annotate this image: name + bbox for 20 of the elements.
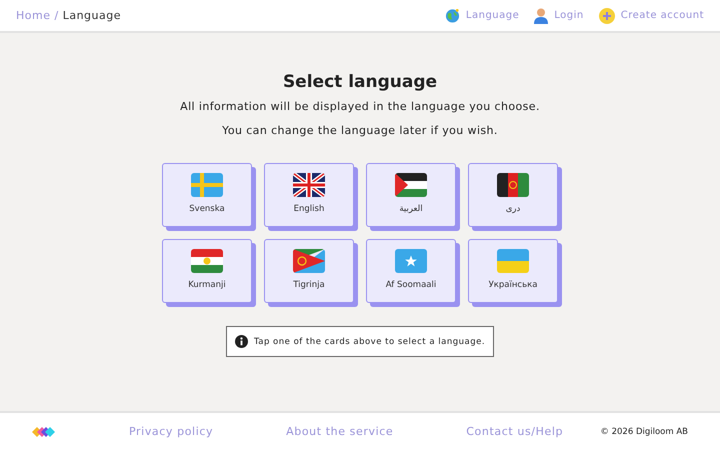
- flag-icon: [191, 173, 223, 197]
- current-page: Language: [62, 9, 121, 22]
- intro-text: You can change the language later if you wish.: [222, 124, 498, 137]
- page-title: Select language: [282, 72, 438, 92]
- hint-text: Tap one of the cards above to select a language.: [254, 336, 486, 346]
- flag-icon: [395, 249, 427, 273]
- breadcrumb-separator: /: [54, 9, 59, 22]
- copyright-text: © 2026 Digiloom AB: [600, 426, 688, 436]
- flag-icon: [395, 173, 427, 197]
- user-icon: [534, 8, 548, 24]
- globe-icon: [444, 8, 460, 23]
- info-icon: [234, 335, 248, 348]
- flag-icon: [497, 249, 529, 273]
- plus-icon: [598, 8, 615, 24]
- flag-icon: [191, 249, 223, 273]
- flag-icon: [293, 173, 325, 197]
- intro-text: All information will be displayed in the language you choose.: [180, 100, 540, 113]
- logo-icon: [32, 424, 56, 438]
- flag-icon: [293, 249, 325, 273]
- flag-icon: [497, 173, 529, 197]
